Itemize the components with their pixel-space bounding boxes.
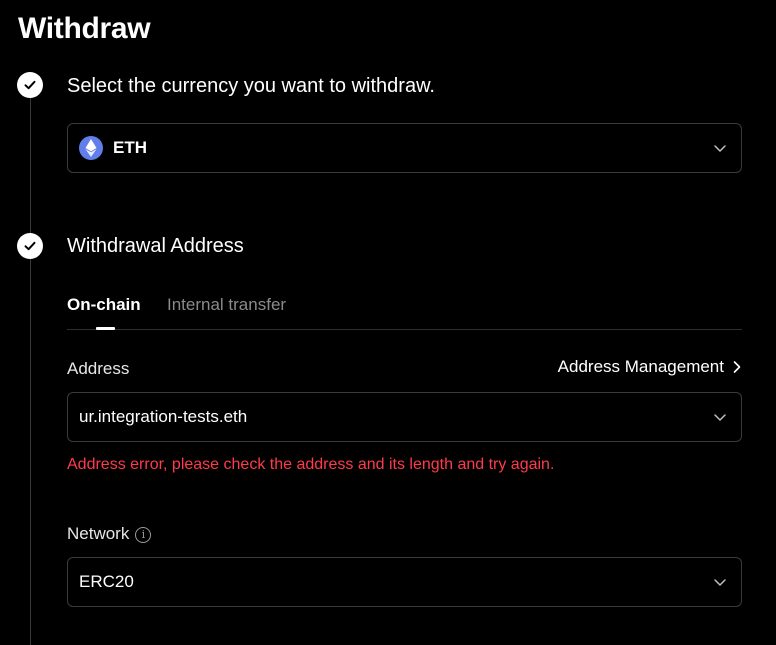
network-label: Network [67,524,130,543]
address-management-link[interactable]: Address Management [558,357,742,377]
address-error-message: Address error, please check the address … [67,456,555,473]
active-tab-indicator [96,327,115,330]
chevron-down-icon [714,145,726,152]
info-icon[interactable]: i [135,526,152,543]
currency-select[interactable]: ETH [67,123,742,173]
chevron-down-icon [714,579,726,586]
step-timeline [30,98,31,645]
currency-step-title: Select the currency you want to withdraw… [67,75,435,97]
chevron-right-icon [733,361,741,373]
page-title: Withdraw [18,12,151,45]
step-1-check-icon [17,72,43,98]
network-label-row: Network i [67,524,152,544]
chevron-down-icon [714,414,726,421]
ethereum-icon [79,136,103,160]
address-management-label: Address Management [557,357,724,376]
network-select[interactable]: ERC20 [67,557,742,607]
network-value: ERC20 [79,572,134,591]
tab-on-chain[interactable]: On-chain [67,295,141,315]
address-label: Address [67,359,130,378]
address-value: ur.integration-tests.eth [79,407,248,426]
address-input[interactable]: ur.integration-tests.eth [67,392,742,442]
tab-internal-transfer[interactable]: Internal transfer [167,295,286,315]
withdraw-page: Withdraw Select the currency you want to… [0,0,776,645]
address-type-tabs: On-chain Internal transfer [67,290,742,330]
address-step-title: Withdrawal Address [67,235,244,257]
step-2-check-icon [17,233,43,259]
currency-value: ETH [113,138,147,157]
